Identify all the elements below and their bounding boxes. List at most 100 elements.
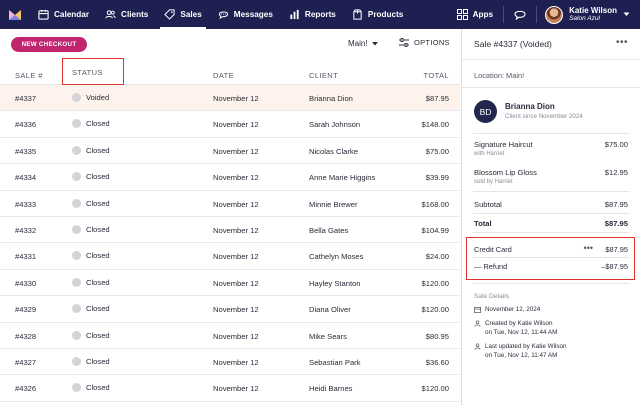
sale-date: November 12 bbox=[213, 278, 259, 288]
status-cell: Closed bbox=[72, 356, 110, 366]
table-row[interactable]: #4334 Closed November 12 Anne Marie Higgins… bbox=[0, 164, 460, 191]
client-name-cell: Mike Sears bbox=[309, 331, 347, 341]
subtotal-row: Subtotal $87.95 bbox=[474, 200, 628, 209]
table-row[interactable]: #4326 Closed November 12 Heidi Barnes $120.0… bbox=[0, 375, 460, 402]
line-item-staff: with Harriet bbox=[474, 151, 505, 157]
new-checkout-button[interactable]: NEW CHECKOUT bbox=[11, 37, 87, 52]
nav-calendar-label: Calendar bbox=[54, 10, 90, 19]
client-name-cell: Heidi Barnes bbox=[309, 384, 353, 394]
sale-number: #4332 bbox=[15, 225, 37, 235]
status-dot-icon bbox=[72, 198, 81, 208]
header-sale[interactable]: SALE # bbox=[15, 71, 43, 80]
line-item-staff: sold by Harriet bbox=[474, 179, 513, 185]
detail-created: Created by Katie Wilson on Tue, Nov 12, … bbox=[474, 320, 557, 337]
divider bbox=[473, 213, 629, 214]
client-since: Client since November 2024 bbox=[505, 113, 583, 120]
status-text: Closed bbox=[86, 198, 110, 208]
updated-on: on Tue, Nov 12, 11:47 AM bbox=[485, 351, 558, 359]
line-item-name: Blossom Lip Gloss bbox=[474, 168, 537, 177]
table-row[interactable]: #4332 Closed November 12 Bella Gates $104.99 bbox=[0, 217, 460, 244]
user-salon: Salon Azul bbox=[569, 15, 600, 22]
table-body: #4337 Voided November 12 Brianna Dion $87.95… bbox=[0, 85, 460, 402]
detail-updated: Last updated by Katie Wilson on Tue, Nov… bbox=[474, 343, 567, 360]
nav-reports[interactable]: Reports bbox=[281, 0, 344, 29]
sale-number: #4335 bbox=[15, 146, 37, 156]
sale-number: #4330 bbox=[15, 278, 37, 288]
sale-total: $168.00 bbox=[421, 199, 449, 209]
options-button[interactable]: OPTIONS bbox=[399, 38, 450, 47]
client-name-cell: Diana Oliver bbox=[309, 305, 351, 315]
app-logo[interactable] bbox=[0, 0, 30, 29]
apps-button[interactable]: Apps bbox=[447, 9, 503, 20]
sale-number: #4327 bbox=[15, 357, 37, 367]
status-cell: Closed bbox=[72, 224, 110, 234]
sale-date: November 12 bbox=[213, 252, 259, 262]
sale-date: November 12 bbox=[213, 225, 259, 235]
client-name-cell: Minnie Brewer bbox=[309, 199, 358, 209]
nav-calendar[interactable]: Calendar bbox=[30, 0, 97, 29]
status-text: Closed bbox=[86, 119, 110, 129]
chat-bubble-icon bbox=[218, 11, 228, 20]
user-info: Katie Wilson Salon Azul bbox=[569, 6, 617, 23]
sale-date: November 12 bbox=[213, 173, 259, 183]
nav-products[interactable]: Products bbox=[344, 0, 412, 29]
header-total[interactable]: TOTAL bbox=[424, 71, 449, 80]
panel-location-label: Location: Main! bbox=[474, 71, 525, 80]
sale-number: #4326 bbox=[15, 384, 37, 394]
sale-date: November 12 bbox=[213, 357, 259, 367]
subtotal-amount: $87.95 bbox=[604, 200, 628, 209]
more-options-icon[interactable]: ••• bbox=[616, 37, 628, 48]
status-text: Closed bbox=[86, 145, 110, 155]
status-cell: Closed bbox=[72, 145, 110, 155]
chat-button[interactable] bbox=[504, 0, 536, 29]
table-row[interactable]: #4335 Closed November 12 Nicolas Clarke $75.… bbox=[0, 138, 460, 165]
table-row[interactable]: #4327 Closed November 12 Sebastian Park $36.… bbox=[0, 349, 460, 376]
client-name-cell: Brianna Dion bbox=[309, 94, 353, 103]
person-icon bbox=[474, 343, 481, 350]
table-row[interactable]: #4330 Closed November 12 Hayley Stanton $120… bbox=[0, 270, 460, 297]
status-dot-icon bbox=[72, 277, 81, 287]
panel-location: Location: Main! bbox=[462, 60, 640, 88]
table-row[interactable]: #4331 Closed November 12 Cathelyn Moses $24.… bbox=[0, 243, 460, 270]
client-avatar: BD bbox=[474, 100, 497, 123]
panel-header: Sale #4337 (Voided) ••• bbox=[462, 29, 640, 60]
client-block[interactable]: BD Brianna Dion Client since November 20… bbox=[462, 88, 640, 128]
status-text: Voided bbox=[86, 93, 110, 102]
status-dot-icon bbox=[72, 356, 81, 366]
total-row: Total $87.95 bbox=[474, 219, 628, 228]
user-name: Katie Wilson bbox=[569, 6, 617, 15]
total-amount: $87.95 bbox=[604, 219, 628, 228]
line-item-amount: $12.95 bbox=[604, 168, 628, 177]
header-date[interactable]: DATE bbox=[213, 71, 234, 80]
sale-total: $120.00 bbox=[421, 305, 449, 315]
detail-created-text: Created by Katie Wilson on Tue, Nov 12, … bbox=[485, 320, 557, 337]
speech-bubble-icon bbox=[514, 10, 526, 20]
client-name-cell: Nicolas Clarke bbox=[309, 146, 358, 156]
table-row[interactable]: #4329 Closed November 12 Diana Oliver $120.0… bbox=[0, 296, 460, 323]
nav-sales[interactable]: Sales bbox=[156, 0, 209, 29]
sale-total: $39.99 bbox=[425, 173, 449, 183]
list-toolbar: NEW CHECKOUT Main! OPTIONS bbox=[0, 29, 460, 60]
nav-clients[interactable]: Clients bbox=[97, 0, 156, 29]
options-label: OPTIONS bbox=[414, 38, 450, 47]
nav-messages[interactable]: Messages bbox=[210, 0, 281, 29]
table-row[interactable]: #4336 Closed November 12 Sarah Johnson $148.… bbox=[0, 111, 460, 138]
table-row[interactable]: #4333 Closed November 12 Minnie Brewer $168.… bbox=[0, 191, 460, 217]
table-row[interactable]: #4328 Closed November 12 Mike Sears $80.95 bbox=[0, 323, 460, 349]
location-dropdown[interactable]: Main! bbox=[348, 39, 378, 48]
status-cell: Closed bbox=[72, 277, 110, 287]
box-icon bbox=[353, 9, 362, 20]
status-cell: Voided bbox=[72, 93, 109, 102]
client-name-cell: Hayley Stanton bbox=[309, 278, 361, 288]
sale-number: #4331 bbox=[15, 252, 37, 262]
updated-by: Last updated by Katie Wilson bbox=[485, 343, 567, 350]
table-row[interactable]: #4337 Voided November 12 Brianna Dion $87.95 bbox=[0, 85, 460, 112]
user-menu[interactable]: Katie Wilson Salon Azul bbox=[537, 5, 640, 24]
client-name-cell: Bella Gates bbox=[309, 225, 349, 235]
header-client[interactable]: CLIENT bbox=[309, 71, 338, 80]
grid-icon bbox=[456, 9, 468, 20]
sale-details-title: Sale Details bbox=[474, 293, 510, 300]
logo-icon bbox=[9, 9, 21, 20]
calendar-icon bbox=[474, 306, 481, 313]
apps-label: Apps bbox=[472, 10, 494, 19]
